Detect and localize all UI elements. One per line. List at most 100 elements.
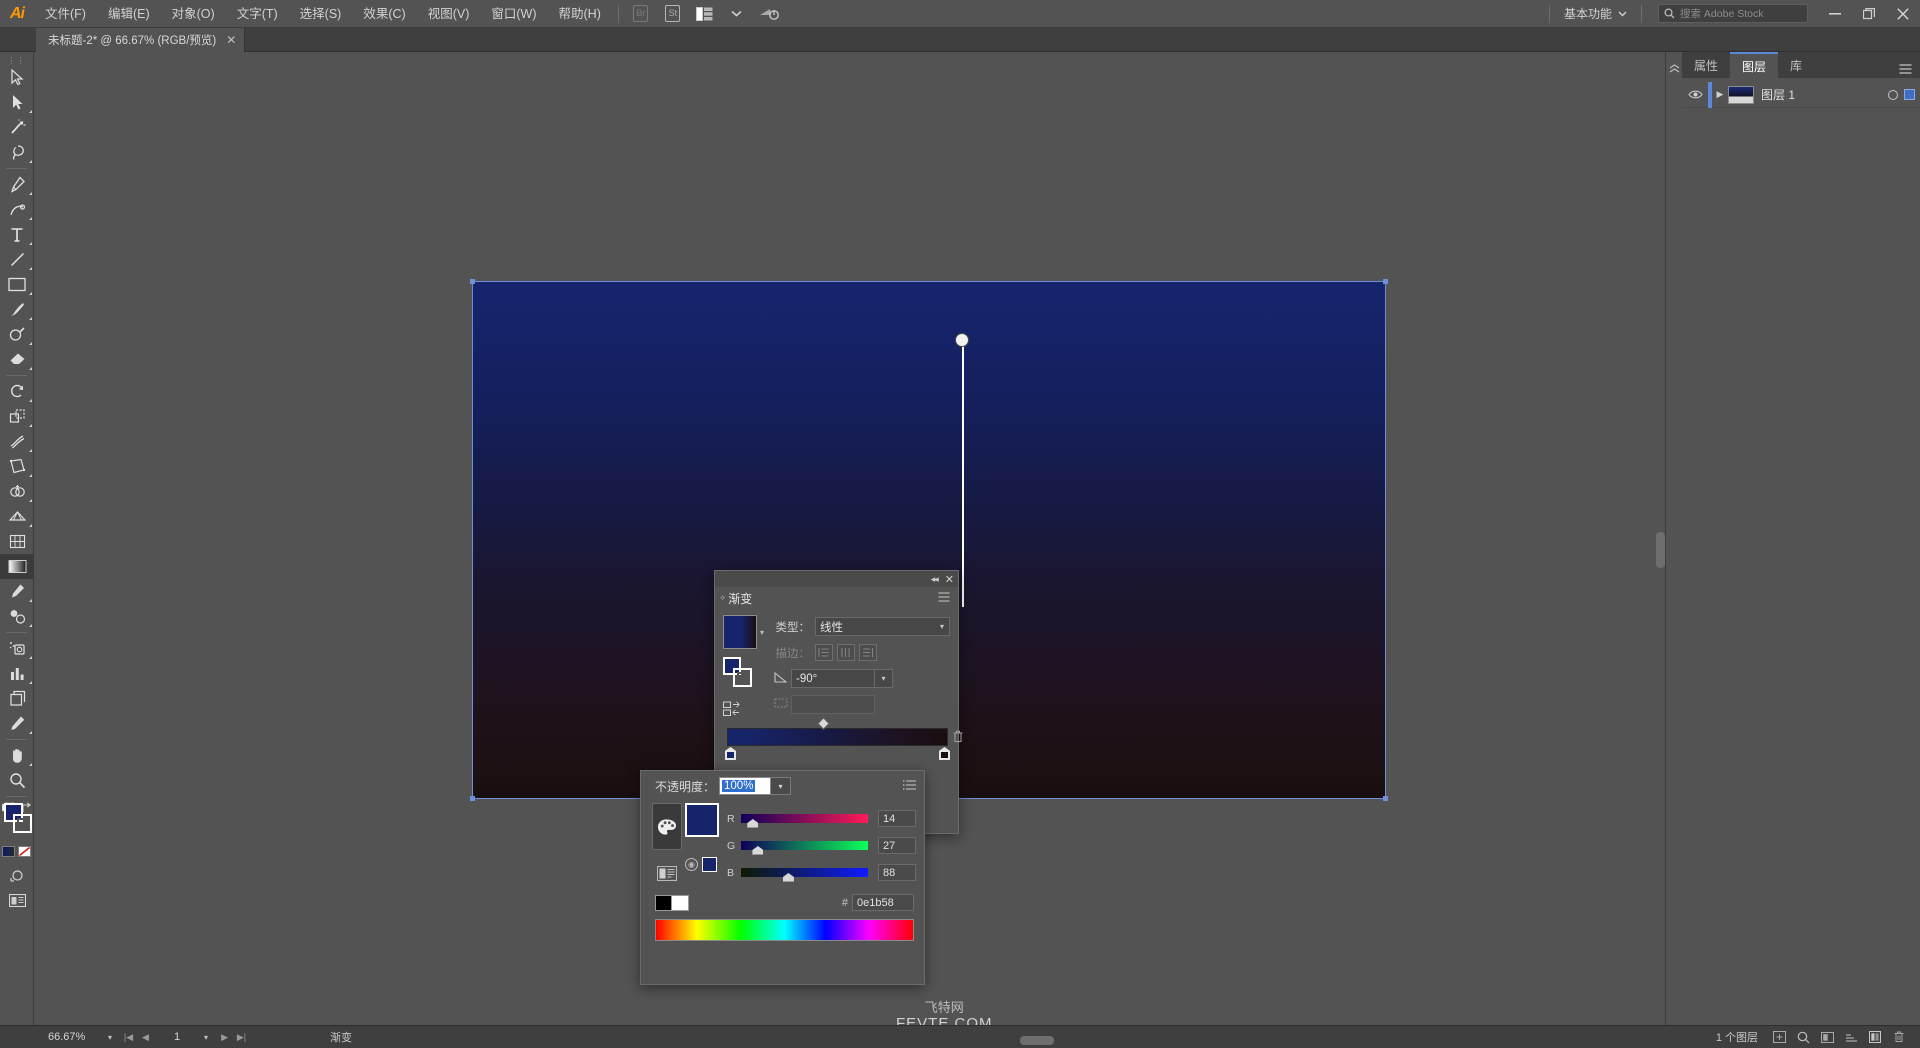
layer-name[interactable]: 图层 1	[1761, 86, 1795, 103]
stock-search-input[interactable]: 搜索 Adobe Stock	[1658, 4, 1808, 23]
stroke-swatch[interactable]	[13, 814, 32, 833]
workspace-switcher[interactable]: 基本功能	[1556, 4, 1635, 24]
mask-icon[interactable]	[1816, 1029, 1838, 1046]
slider-g-value[interactable]: 27	[878, 837, 916, 854]
artboard-tool[interactable]	[0, 686, 34, 711]
gradient-angle-input[interactable]: -90°	[791, 669, 875, 688]
opacity-input[interactable]: 100%	[719, 777, 772, 795]
vertical-scrollbar[interactable]	[1656, 532, 1665, 568]
gradient-aspect-input[interactable]	[791, 695, 875, 714]
slider-r-value[interactable]: 14	[878, 810, 916, 827]
white-swatch[interactable]	[672, 894, 689, 911]
color-spectrum-bar[interactable]	[655, 919, 914, 941]
gradient-reverse-icon[interactable]	[723, 701, 767, 722]
color-panel-menu-icon[interactable]	[903, 779, 916, 793]
slider-r-track[interactable]	[741, 814, 868, 828]
document-tab[interactable]: 未标题-2* @ 66.67% (RGB/预览) ✕	[36, 28, 246, 52]
layer-row[interactable]: ▶ 图层 1	[1682, 81, 1920, 108]
collapse-icon[interactable]: ◂◂	[931, 574, 939, 585]
free-transform-tool[interactable]	[0, 454, 34, 479]
prev-artboard-icon[interactable]: ◀	[137, 1032, 154, 1043]
rotate-tool[interactable]	[0, 379, 34, 404]
symbol-sprayer-tool[interactable]	[0, 636, 34, 661]
trash-icon[interactable]	[1888, 1029, 1910, 1046]
mesh-tool[interactable]	[0, 529, 34, 554]
menu-view[interactable]: 视图(V)	[417, 0, 481, 28]
tab-libraries[interactable]: 库	[1778, 52, 1814, 78]
menu-window[interactable]: 窗口(W)	[480, 0, 547, 28]
nav-icon[interactable]	[1840, 1029, 1862, 1046]
menu-edit[interactable]: 编辑(E)	[97, 0, 161, 28]
slider-b-track[interactable]	[741, 868, 868, 882]
shape-builder-tool[interactable]	[0, 479, 34, 504]
slider-g-track[interactable]	[741, 841, 868, 855]
delete-stop-icon[interactable]	[952, 730, 964, 746]
minimize-button[interactable]	[1818, 0, 1852, 28]
gradient-panel-titlebar[interactable]: ◂◂ ✕	[715, 571, 958, 587]
direct-selection-tool[interactable]	[0, 90, 34, 115]
stock-icon[interactable]: St	[660, 4, 686, 24]
perspective-grid-tool[interactable]	[0, 504, 34, 529]
menu-help[interactable]: 帮助(H)	[548, 0, 612, 28]
artboard-dropdown-icon[interactable]: ▾	[200, 1033, 216, 1042]
type-tool[interactable]	[0, 222, 34, 247]
gradient-preview-swatch[interactable]	[723, 615, 757, 649]
tab-layers[interactable]: 图层	[1730, 52, 1779, 78]
layer-expand-icon[interactable]: ▶	[1712, 89, 1728, 100]
hex-input[interactable]: 0e1b58	[852, 894, 914, 911]
magic-wand-tool[interactable]	[0, 115, 34, 140]
gradient-stop-end[interactable]	[939, 747, 950, 760]
gradient-type-select[interactable]: 线性 ▾	[815, 617, 950, 636]
doc-icon[interactable]	[1864, 1029, 1886, 1046]
layer-visibility-icon[interactable]	[1682, 89, 1708, 100]
drawing-mode-icon[interactable]	[0, 863, 34, 888]
zoom-tool[interactable]	[0, 768, 34, 793]
color-palette-icon[interactable]	[652, 803, 682, 850]
curvature-tool[interactable]	[0, 197, 34, 222]
slider-b-value[interactable]: 88	[878, 864, 916, 881]
screen-mode-icon[interactable]	[0, 888, 34, 913]
chevron-down-icon[interactable]: ▾	[771, 777, 792, 795]
rectangle-tool[interactable]	[0, 272, 34, 297]
active-color-swatch[interactable]	[685, 803, 719, 837]
eyedropper-tool[interactable]	[0, 579, 34, 604]
column-graph-tool[interactable]	[0, 661, 34, 686]
stroke-across-button[interactable]	[859, 644, 877, 661]
width-tool[interactable]	[0, 429, 34, 454]
color-cube-icon[interactable]: ◉	[685, 858, 698, 871]
gradient-tool[interactable]	[0, 554, 34, 579]
none-mode-icon[interactable]	[18, 846, 31, 857]
lasso-tool[interactable]	[0, 140, 34, 165]
stroke-along-button[interactable]	[837, 644, 855, 661]
first-artboard-icon[interactable]: |◀	[120, 1032, 137, 1043]
gradient-panel-tab[interactable]: ⟡ 渐变	[715, 590, 752, 607]
panel-menu-icon[interactable]	[1890, 64, 1920, 78]
horizontal-scrollbar[interactable]	[1020, 1036, 1054, 1045]
menu-effect[interactable]: 效果(C)	[352, 0, 416, 28]
next-artboard-icon[interactable]: ▶	[216, 1032, 233, 1043]
search-icon[interactable]	[1792, 1029, 1814, 1046]
fill-stroke-controls[interactable]	[0, 801, 34, 843]
new-layer-icon[interactable]	[1768, 1029, 1790, 1046]
paintbrush-tool[interactable]	[0, 297, 34, 322]
gradient-annotator-line[interactable]	[962, 340, 964, 607]
gradient-stroke-swatch[interactable]	[733, 668, 752, 687]
tab-properties[interactable]: 属性	[1682, 52, 1730, 78]
gradient-stop-start[interactable]	[725, 747, 736, 760]
zoom-dropdown-icon[interactable]: ▾	[104, 1033, 120, 1042]
selection-tool[interactable]	[0, 65, 34, 90]
color-guide-icon[interactable]	[652, 860, 682, 886]
close-icon[interactable]: ✕	[945, 573, 954, 586]
last-artboard-icon[interactable]: ▶|	[233, 1032, 250, 1043]
current-tool-label[interactable]: 渐变	[330, 1029, 352, 1045]
scale-tool[interactable]	[0, 404, 34, 429]
black-swatch[interactable]	[655, 894, 672, 911]
stroke-within-button[interactable]	[815, 644, 833, 661]
menu-select[interactable]: 选择(S)	[289, 0, 353, 28]
gradient-panel-menu-icon[interactable]	[938, 591, 958, 605]
collapse-panel-button[interactable]	[1666, 52, 1682, 1025]
blend-tool[interactable]	[0, 604, 34, 629]
close-button[interactable]	[1886, 0, 1920, 28]
hand-tool[interactable]	[0, 743, 34, 768]
gradient-mode-icon[interactable]	[2, 846, 15, 857]
